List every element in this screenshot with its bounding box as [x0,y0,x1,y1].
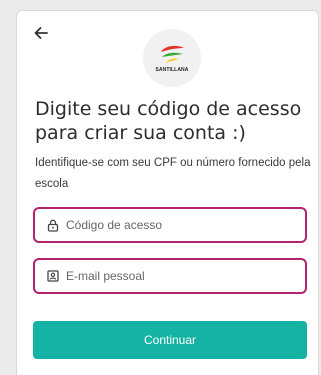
lock-icon [46,218,60,232]
logo-text: SANTILLANA [155,66,189,73]
page-background: SANTILLANA Digite seu código de acesso p… [0,0,321,375]
email-input[interactable] [66,269,296,283]
access-code-field[interactable] [33,207,307,243]
email-field[interactable] [33,258,307,294]
signup-card: SANTILLANA Digite seu código de acesso p… [16,10,319,375]
logo-mark [161,45,184,63]
page-title: Digite seu código de acesso para criar s… [35,98,302,144]
back-button[interactable] [31,23,51,43]
instructions-text: Identifique-se com seu CPF ou número for… [35,157,311,190]
access-code-input[interactable] [66,218,296,232]
continue-button[interactable]: Continuar [33,321,307,359]
arrow-left-icon [34,27,48,39]
id-card-icon [46,269,60,283]
santillana-logo: SANTILLANA [143,29,201,87]
